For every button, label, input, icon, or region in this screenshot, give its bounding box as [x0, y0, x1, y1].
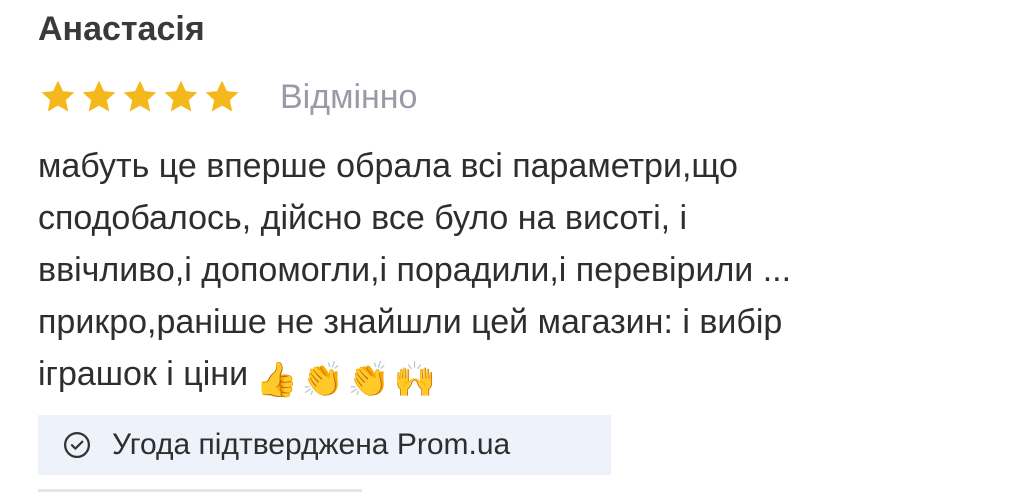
- star-rating: [38, 77, 243, 117]
- clapping-hands-emoji: 👏: [347, 361, 391, 399]
- clapping-hands-emoji: 👏: [301, 361, 345, 399]
- star-icon: [161, 77, 201, 117]
- verified-deal-badge: Угода підтверджена Prom.ua: [38, 415, 611, 475]
- rating-row: Відмінно: [38, 72, 417, 122]
- star-icon: [38, 77, 78, 117]
- check-circle-icon: [62, 430, 92, 460]
- verified-deal-label: Угода підтверджена Prom.ua: [112, 428, 511, 461]
- star-icon: [202, 77, 242, 117]
- raising-hands-emoji: 🙌: [393, 361, 437, 399]
- review-text: мабуть це вперше обрала всі параметри,що…: [38, 147, 792, 393]
- review-author-name: Анастасія: [38, 10, 205, 48]
- review-body: мабуть це вперше обрала всі параметри,що…: [38, 140, 998, 400]
- thumbs-up-emoji: 👍: [255, 361, 299, 399]
- star-icon: [120, 77, 160, 117]
- star-icon: [79, 77, 119, 117]
- review-emojis: 👍 👏 👏 🙌: [254, 360, 438, 400]
- rating-label: Відмінно: [280, 77, 418, 116]
